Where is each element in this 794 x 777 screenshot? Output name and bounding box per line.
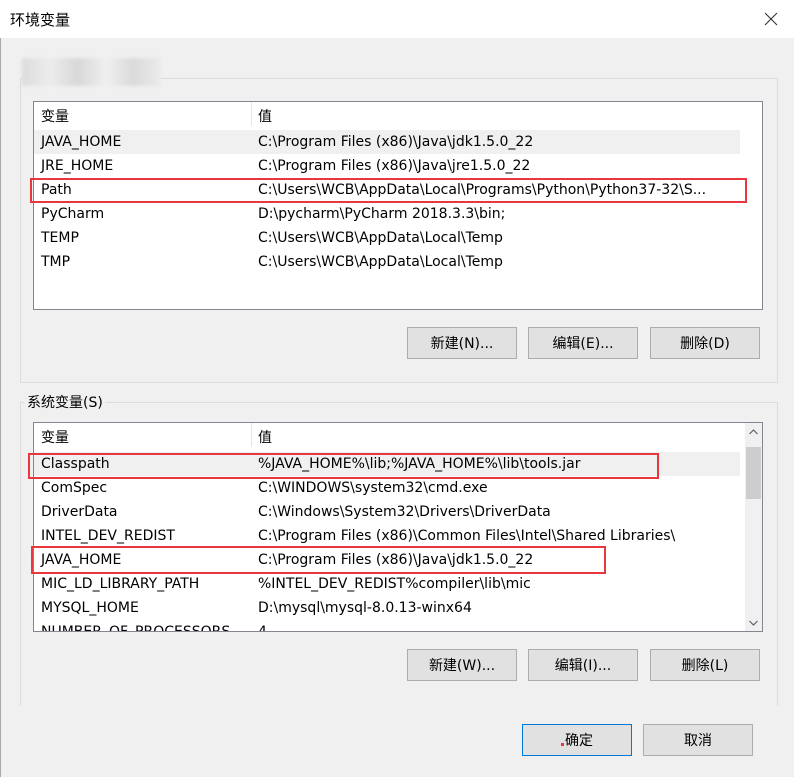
table-row[interactable]: ComSpec C:\WINDOWS\system32\cmd.exe [34,476,740,500]
variable-value: %INTEL_DEV_REDIST%compiler\lib\mic [258,576,531,592]
table-row[interactable]: Path C:\Users\WCB\AppData\Local\Programs… [34,178,740,202]
cursor-marker [561,742,564,746]
chevron-down-icon [749,620,758,626]
variable-name: ComSpec [41,480,108,496]
user-delete-button[interactable]: 删除(D) [650,327,760,359]
variable-name: JRE_HOME [41,158,114,174]
variable-name: Path [41,182,72,198]
variable-name: MYSQL_HOME [41,600,139,616]
title-bar: 环境变量 [0,0,794,38]
window-title: 环境变量 [10,11,71,29]
variable-value: C:\Program Files (x86)\Common Files\Inte… [258,528,676,544]
column-header-name[interactable]: 变量 [41,106,69,126]
vertical-scrollbar[interactable] [745,423,762,631]
variable-value: C:\Program Files (x86)\Java\jdk1.5.0_22 [258,552,534,568]
column-separator[interactable] [251,102,252,126]
variable-name: TMP [41,254,71,270]
system-variables-legend: 系统变量(S) [24,392,106,412]
ok-button[interactable]: 确定 [522,724,632,756]
ok-label: 确定 [565,733,593,749]
window-border [0,38,1,777]
variable-value: D:\mysql\mysql-8.0.13-winx64 [258,600,472,616]
cancel-button[interactable]: 取消 [643,724,753,756]
table-row[interactable]: INTEL_DEV_REDIST C:\Program Files (x86)\… [34,524,740,548]
variable-value: C:\Program Files (x86)\Java\jdk1.5.0_22 [258,134,534,150]
variable-name: Classpath [41,456,110,472]
user-variables-legend-blurred [22,58,162,86]
table-row[interactable]: MYSQL_HOME D:\mysql\mysql-8.0.13-winx64 [34,596,740,620]
system-new-button[interactable]: 新建(W)... [407,649,517,681]
variable-value: C:\Program Files (x86)\Java\jre1.5.0_22 [258,158,531,174]
variable-value: C:\Users\WCB\AppData\Local\Programs\Pyth… [258,182,707,198]
system-delete-button[interactable]: 删除(L) [650,649,760,681]
column-header-value[interactable]: 值 [258,106,272,126]
column-header-value[interactable]: 值 [258,427,272,447]
user-new-button[interactable]: 新建(N)... [407,327,517,359]
table-row[interactable]: JAVA_HOME C:\Program Files (x86)\Java\jd… [34,130,740,154]
user-variables-list[interactable]: 变量 值 JAVA_HOME C:\Program Files (x86)\Ja… [33,101,763,310]
variable-name: JAVA_HOME [41,134,122,150]
scroll-up-button[interactable] [745,423,762,440]
variable-value: C:\Windows\System32\Drivers\DriverData [258,504,551,520]
table-row[interactable]: TMP C:\Users\WCB\AppData\Local\Temp [34,250,740,274]
table-row[interactable]: JAVA_HOME C:\Program Files (x86)\Java\jd… [34,548,740,572]
variable-value: %JAVA_HOME%\lib;%JAVA_HOME%\lib\tools.ja… [258,456,581,472]
variable-name: PyCharm [41,206,105,222]
scroll-down-button[interactable] [745,614,762,631]
table-row[interactable]: Classpath %JAVA_HOME%\lib;%JAVA_HOME%\li… [34,452,740,476]
table-row[interactable]: JRE_HOME C:\Program Files (x86)\Java\jre… [34,154,740,178]
table-row[interactable]: MIC_LD_LIBRARY_PATH %INTEL_DEV_REDIST%co… [34,572,740,596]
table-row[interactable]: PyCharm D:\pycharm\PyCharm 2018.3.3\bin; [34,202,740,226]
variable-value: C:\WINDOWS\system32\cmd.exe [258,480,488,496]
variable-name: NUMBER_OF_PROCESSORS [41,624,231,632]
table-row[interactable]: DriverData C:\Windows\System32\Drivers\D… [34,500,740,524]
variable-name: INTEL_DEV_REDIST [41,528,175,544]
user-edit-button[interactable]: 编辑(E)... [528,327,638,359]
variable-value: C:\Users\WCB\AppData\Local\Temp [258,254,503,270]
variable-name: TEMP [41,230,79,246]
variable-value: C:\Users\WCB\AppData\Local\Temp [258,230,503,246]
variable-value: D:\pycharm\PyCharm 2018.3.3\bin; [258,206,506,222]
variable-name: DriverData [41,504,118,520]
close-button[interactable] [748,0,794,38]
list-header: 变量 值 [34,102,762,126]
table-row[interactable]: NUMBER_OF_PROCESSORS 4 [34,620,740,632]
chevron-up-icon [749,428,758,434]
system-variables-list[interactable]: 变量 值 Classpath %JAVA_HOME%\lib;%JAVA_HOM… [33,422,763,632]
variable-name: MIC_LD_LIBRARY_PATH [41,576,200,592]
system-edit-button[interactable]: 编辑(I)... [528,649,638,681]
variable-value: 4 [258,624,267,632]
scrollbar-thumb[interactable] [746,447,761,499]
list-header: 变量 值 [34,423,762,447]
close-icon [764,12,778,26]
table-row[interactable]: TEMP C:\Users\WCB\AppData\Local\Temp [34,226,740,250]
variable-name: JAVA_HOME [41,552,122,568]
column-header-name[interactable]: 变量 [41,427,69,447]
column-separator[interactable] [251,423,252,447]
